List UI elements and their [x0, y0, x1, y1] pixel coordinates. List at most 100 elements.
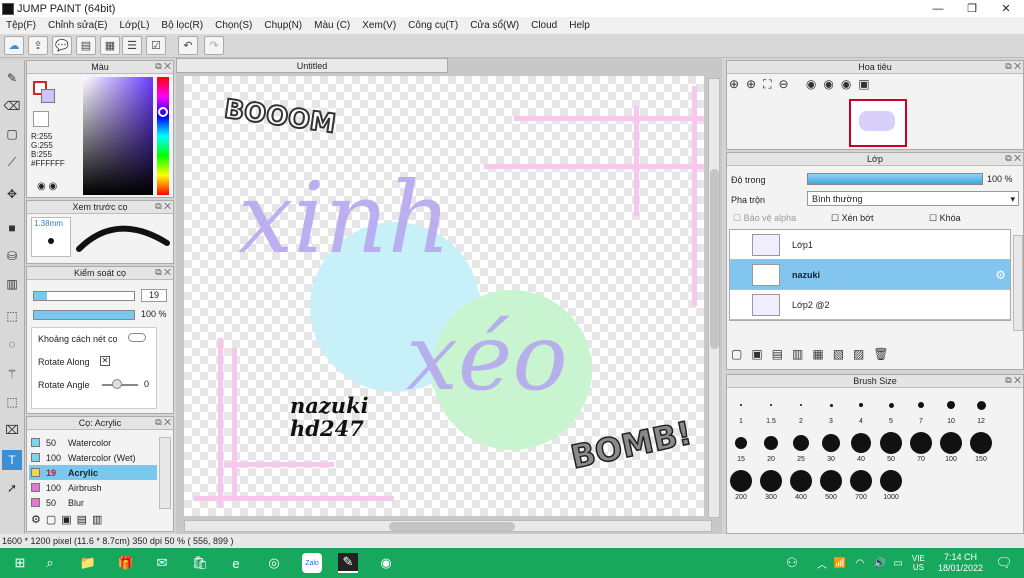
brush-list-item[interactable]: 100 Airbrush: [29, 480, 157, 495]
brush-size-dot[interactable]: [880, 470, 902, 492]
brush-list-item[interactable]: 50 Watercolor: [29, 435, 157, 450]
saturation-value-picker[interactable]: [83, 77, 153, 195]
menu-filter[interactable]: Bộ lọc(R): [155, 20, 209, 31]
background-color-swatch[interactable]: [41, 89, 55, 103]
brush-size-dot[interactable]: [880, 432, 902, 454]
brush-opacity-bar[interactable]: [33, 310, 135, 320]
brush-size-dot[interactable]: [760, 470, 782, 492]
panel-buttons-icon[interactable]: ⧉ ✕: [155, 267, 171, 278]
brush-size-dot[interactable]: [910, 432, 932, 454]
drawing-canvas[interactable]: xinh xéo BOOOM nazuki hd247 BOMB!: [184, 76, 704, 516]
menu-tools[interactable]: Công cụ(T): [402, 20, 464, 31]
cloud-icon[interactable]: ☁: [4, 36, 24, 55]
layer-list-scrollbar[interactable]: [1013, 235, 1023, 331]
layer-settings-icon[interactable]: ⚙: [995, 268, 1006, 282]
zalo-icon[interactable]: Zalo: [302, 553, 322, 573]
battery-icon[interactable]: ▭: [888, 553, 908, 573]
panel-buttons-icon[interactable]: ⧉ ✕: [155, 61, 171, 72]
page-icon[interactable]: ▦: [100, 36, 120, 55]
magic-wand-tool-icon[interactable]: ⚚: [2, 364, 22, 384]
brush-size-dot[interactable]: [820, 470, 842, 492]
menu-cloud[interactable]: Cloud: [525, 20, 563, 31]
eraser-tool-icon[interactable]: ⌫: [2, 96, 22, 116]
menu-window[interactable]: Cửa sổ(W): [464, 20, 525, 31]
panel-buttons-icon[interactable]: ⧉ ✕: [1005, 375, 1021, 386]
blend-mode-select[interactable]: Bình thường ▾: [807, 191, 1019, 206]
hue-handle[interactable]: [158, 107, 168, 117]
menu-select[interactable]: Chọn(S): [209, 20, 258, 31]
fill-rect-tool-icon[interactable]: ■: [2, 218, 22, 238]
network-icon[interactable]: 📶: [830, 553, 850, 573]
protect-alpha-checkbox[interactable]: ☐ Bảo vệ alpha: [733, 213, 796, 224]
brush-size-dot[interactable]: [770, 404, 772, 406]
close-button[interactable]: ✕: [990, 0, 1022, 17]
file-explorer-icon[interactable]: 📁: [78, 553, 98, 573]
clip-checkbox[interactable]: ☐ Xén bớt: [831, 213, 874, 224]
pen-tool-icon[interactable]: ✎: [2, 68, 22, 88]
move-tool-icon[interactable]: ✥: [2, 184, 22, 204]
brush-size-dot[interactable]: [790, 470, 812, 492]
menu-layer[interactable]: Lớp(L): [114, 20, 156, 31]
brush-list-scrollbar[interactable]: [159, 437, 171, 509]
browser-icon[interactable]: ◉: [376, 553, 396, 573]
language-indicator[interactable]: VIE US: [912, 554, 925, 572]
operation-tool-icon[interactable]: ➚: [2, 478, 22, 498]
navigator-thumbnail[interactable]: [849, 99, 907, 147]
redo-icon[interactable]: ↷: [204, 36, 224, 55]
layer-opacity-bar[interactable]: [807, 173, 983, 185]
canvas-horizontal-scrollbar[interactable]: [184, 520, 712, 532]
list-icon[interactable]: ☰: [122, 36, 142, 55]
brush-size-dot[interactable]: [730, 470, 752, 492]
store-icon[interactable]: 🛍: [190, 553, 210, 573]
edge-icon[interactable]: e: [226, 553, 246, 573]
document-tab[interactable]: Untitled: [176, 58, 448, 73]
checklist-icon[interactable]: ☑: [146, 36, 166, 55]
brush-size-dot[interactable]: [851, 433, 871, 453]
eyedropper-icon[interactable]: ◉ ◉: [37, 181, 57, 192]
brush-size-dot[interactable]: [764, 436, 778, 450]
brush-list-item[interactable]: 100 Watercolor (Wet): [29, 450, 157, 465]
chrome-icon[interactable]: ◎: [264, 553, 284, 573]
lasso-tool-icon[interactable]: ◌: [2, 334, 22, 354]
menu-view[interactable]: Xem(V): [356, 20, 402, 31]
rotate-angle-handle[interactable]: [112, 379, 122, 389]
brush-list-actions[interactable]: ⚙▢▣▤▥: [31, 513, 107, 526]
brush-size-dot[interactable]: [740, 404, 742, 406]
brush-size-dot[interactable]: [735, 437, 747, 449]
layer-row-selected[interactable]: nazuki ⚙: [730, 260, 1010, 290]
brush-list-item[interactable]: 50 Blur: [29, 495, 157, 510]
notification-icon[interactable]: 🗨: [994, 553, 1014, 573]
tray-arrow-icon[interactable]: ︿: [812, 553, 832, 573]
layer-actions[interactable]: ▢▣▤▥▦▧▨🗑: [731, 347, 898, 361]
brush-size-bar[interactable]: [33, 291, 135, 301]
brush-size-value[interactable]: 19: [141, 289, 167, 302]
maximize-button[interactable]: ❐: [956, 0, 988, 17]
menu-color[interactable]: Màu (C): [308, 20, 356, 31]
rectangle-tool-icon[interactable]: ▢: [2, 124, 22, 144]
clock[interactable]: 7:14 CH 18/01/2022: [938, 552, 983, 574]
brush-size-dot[interactable]: [940, 432, 962, 454]
brush-size-dot[interactable]: [970, 432, 992, 454]
panel-buttons-icon[interactable]: ⧉ ✕: [155, 201, 171, 212]
panel-buttons-icon[interactable]: ⧉ ✕: [1005, 153, 1021, 164]
brush-size-dot[interactable]: [976, 400, 986, 410]
bucket-tool-icon[interactable]: ⛁: [2, 246, 22, 266]
brush-size-dot[interactable]: [829, 403, 833, 407]
canvas-vertical-scrollbar[interactable]: [708, 78, 720, 518]
windows-start-icon[interactable]: ⊞: [10, 553, 30, 573]
gift-icon[interactable]: 🎁: [116, 553, 136, 573]
brush-tool-icon[interactable]: ⟋: [2, 152, 22, 172]
brush-size-dot[interactable]: [947, 401, 955, 409]
undo-icon[interactable]: ↶: [178, 36, 198, 55]
mail-icon[interactable]: ✉: [152, 553, 172, 573]
transparent-swatch[interactable]: [33, 111, 49, 127]
comment-icon[interactable]: 💬: [52, 36, 72, 55]
select-pen-tool-icon[interactable]: ⬚: [2, 392, 22, 412]
brush-size-dot[interactable]: [793, 435, 809, 451]
menu-file[interactable]: Tệp(F): [0, 20, 42, 31]
panel-buttons-icon[interactable]: ⧉ ✕: [155, 417, 171, 428]
brush-size-dot[interactable]: [859, 403, 863, 407]
brush-size-dot[interactable]: [888, 402, 894, 408]
wifi-icon[interactable]: ◠: [850, 553, 870, 573]
layer-row[interactable]: Lớp1: [730, 230, 1010, 260]
